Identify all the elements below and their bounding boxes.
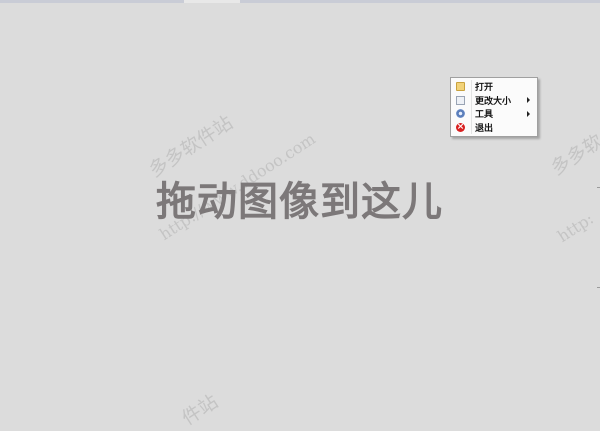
- menu-item-exit[interactable]: 退出: [451, 121, 537, 135]
- menu-item-open[interactable]: 打开: [451, 80, 537, 94]
- folder-open-icon: [456, 82, 465, 92]
- menu-item-label: 更改大小: [475, 96, 512, 107]
- context-menu: 打开 更改大小 工具 退出: [450, 77, 538, 137]
- resize-icon: [456, 95, 465, 105]
- drop-prompt-text: 拖动图像到这儿: [156, 179, 443, 225]
- gear-icon: [456, 109, 465, 119]
- exit-icon: [456, 121, 465, 133]
- menu-item-resize[interactable]: 更改大小: [451, 94, 537, 108]
- menu-item-label: 退出: [475, 123, 494, 134]
- menu-item-tools[interactable]: 工具: [451, 107, 537, 121]
- submenu-arrow-icon: [527, 110, 530, 117]
- menu-item-label: 打开: [475, 83, 494, 94]
- submenu-arrow-icon: [527, 97, 530, 104]
- menu-item-label: 工具: [475, 110, 494, 121]
